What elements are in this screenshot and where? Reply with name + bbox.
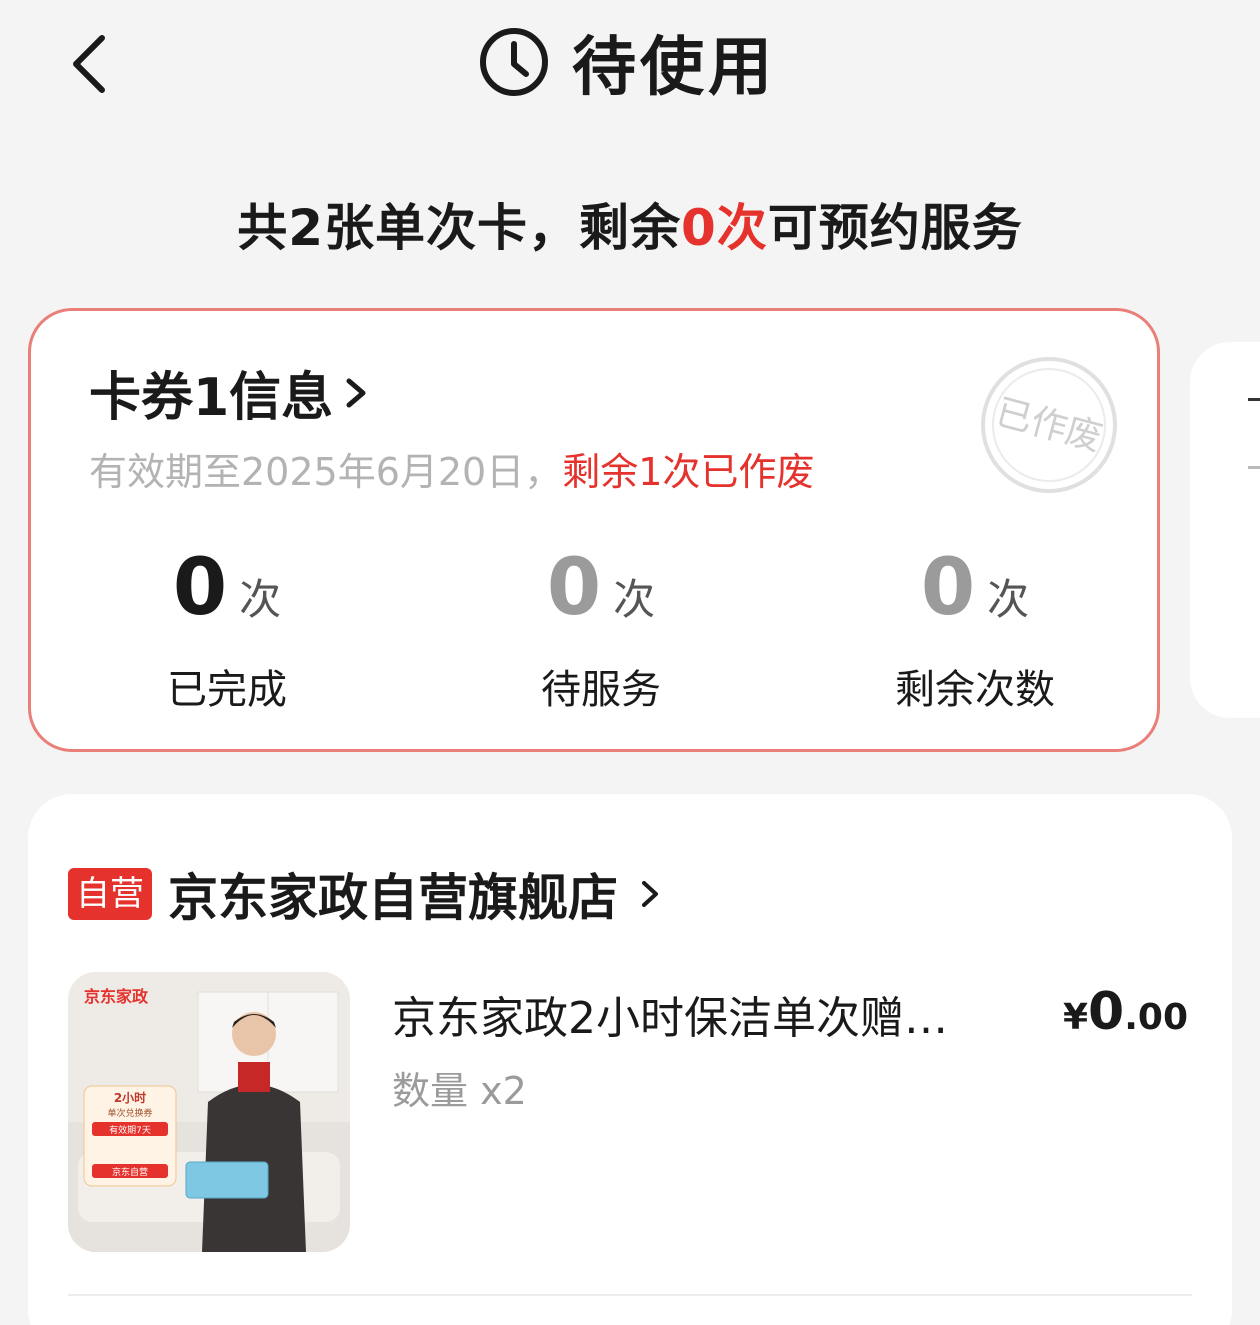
summary-remaining: 0次 (681, 199, 768, 257)
image-tag-validity: 有效期7天 (109, 1124, 151, 1136)
stat-value: 0 (546, 543, 602, 633)
stat-unit: 次 (613, 575, 656, 624)
shop-name: 京东家政自营旗舰店 (168, 869, 618, 927)
image-brand-text: 京东家政 (84, 987, 149, 1006)
chevron-right-icon (346, 378, 366, 407)
stat-completed: 0 次 已完成 (97, 543, 357, 715)
card-peek-mark (1248, 466, 1260, 469)
coupon-title: 卡券1信息 (89, 368, 334, 428)
validity-text: 有效期至2025年6月20日，剩余1次已作废 (89, 441, 814, 496)
order-section: 自营 京东家政自营旗舰店 京东家政 2小时 单次兑换券 有效期7天 京东自营 京… (28, 794, 1232, 1325)
image-tag-hours: 2小时 (114, 1090, 146, 1105)
stat-remaining: 0 次 剩余次数 (845, 543, 1105, 715)
page-title: 待使用 (572, 31, 776, 105)
back-button[interactable] (60, 28, 120, 98)
clock-icon (480, 28, 548, 96)
chevron-right-icon (642, 881, 658, 907)
header: 待使用 (0, 0, 1260, 130)
price-integer: 0 (1088, 982, 1125, 1042)
image-tag-voucher: 单次兑换券 (107, 1107, 152, 1119)
summary-prefix: 共2张单次卡，剩余 (237, 199, 681, 257)
coupon-card-1[interactable]: 卡券1信息 有效期至2025年6月20日，剩余1次已作废 已作废 0 次 已完成 (28, 308, 1160, 752)
stat-unit: 次 (987, 575, 1030, 624)
void-stamp-icon: 已作废 (981, 357, 1117, 493)
summary-line: 共2张单次卡，剩余0次可预约服务 (0, 188, 1260, 260)
stat-value: 0 (920, 543, 976, 633)
self-operated-badge: 自营 (68, 868, 152, 920)
product-image[interactable]: 京东家政 2小时 单次兑换券 有效期7天 京东自营 (68, 972, 350, 1252)
image-tag-self: 京东自营 (112, 1166, 148, 1178)
stat-unit: 次 (239, 575, 282, 624)
page: 待使用 共2张单次卡，剩余0次可预约服务 卡券1信息 有效期至2025年6月20… (0, 0, 1260, 1325)
card-peek-mark (1248, 398, 1260, 401)
summary-suffix: 可预约服务 (767, 199, 1023, 257)
validity-date: 有效期至2025年6月20日， (89, 450, 563, 494)
price-currency: ¥ (1062, 997, 1089, 1038)
product-title[interactable]: 京东家政2小时保洁单次赠… (392, 982, 1012, 1046)
page-title-group: 待使用 (478, 22, 776, 105)
product-photo-icon: 京东家政 2小时 单次兑换券 有效期7天 京东自营 (68, 972, 350, 1252)
product-price: ¥ 0 .00 (1063, 982, 1188, 1042)
stat-label: 待服务 (541, 667, 661, 713)
stat-label: 剩余次数 (895, 667, 1055, 713)
void-stamp-text: 已作废 (991, 392, 1106, 460)
divider (68, 1294, 1192, 1296)
chevron-left-icon (73, 35, 105, 93)
validity-status: 剩余1次已作废 (562, 450, 815, 494)
product-quantity: 数量 x2 (392, 1069, 527, 1113)
stat-pending: 0 次 待服务 (471, 543, 731, 715)
stat-value: 0 (172, 543, 228, 633)
shop-link[interactable]: 自营 京东家政自营旗舰店 (68, 858, 662, 930)
coupon-info-link[interactable]: 卡券1信息 (89, 355, 371, 430)
stat-label: 已完成 (167, 667, 287, 713)
price-decimal: .00 (1124, 997, 1188, 1038)
coupon-card-2-peek[interactable] (1190, 342, 1260, 718)
stats-row: 0 次 已完成 0 次 待服务 0 次 剩余次数 (31, 543, 1163, 713)
